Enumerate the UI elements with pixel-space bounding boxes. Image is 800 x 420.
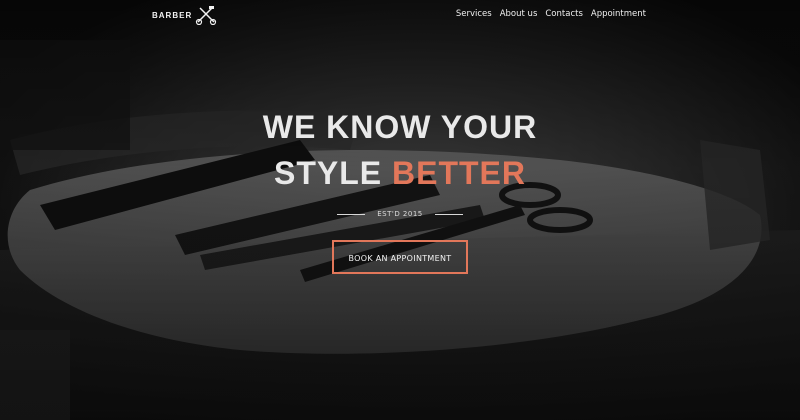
book-appointment-button[interactable]: BOOK AN APPOINTMENT	[332, 240, 468, 274]
nav-link-contacts[interactable]: Contacts	[545, 9, 583, 19]
top-navigation: BARBER Services About us Contacts Appoin…	[0, 0, 800, 28]
divider-right	[434, 213, 463, 215]
main-menu: Services About us Contacts Appointment	[456, 9, 646, 19]
hero-headline: WE KNOW YOUR STYLE BETTER	[0, 104, 800, 196]
nav-link-about-us[interactable]: About us	[500, 9, 538, 19]
nav-link-services[interactable]: Services	[456, 9, 492, 19]
headline-line-1: WE KNOW YOUR	[262, 109, 538, 145]
divider-left	[337, 213, 366, 215]
brand-name: BARBER	[152, 10, 193, 20]
headline-line-2-prefix: STYLE	[273, 155, 383, 191]
established-text: EST'D 2015	[377, 210, 423, 218]
hero-content: WE KNOW YOUR STYLE BETTER EST'D 2015 BOO…	[0, 104, 800, 274]
brand-logo[interactable]: BARBER	[152, 5, 217, 25]
scissors-razor-icon	[196, 6, 217, 25]
hero-section: BARBER Services About us Contacts Appoin…	[0, 0, 800, 420]
established-tagline: EST'D 2015	[0, 210, 800, 218]
headline-accent-word: BETTER	[392, 155, 526, 191]
nav-link-appointment[interactable]: Appointment	[591, 9, 646, 19]
